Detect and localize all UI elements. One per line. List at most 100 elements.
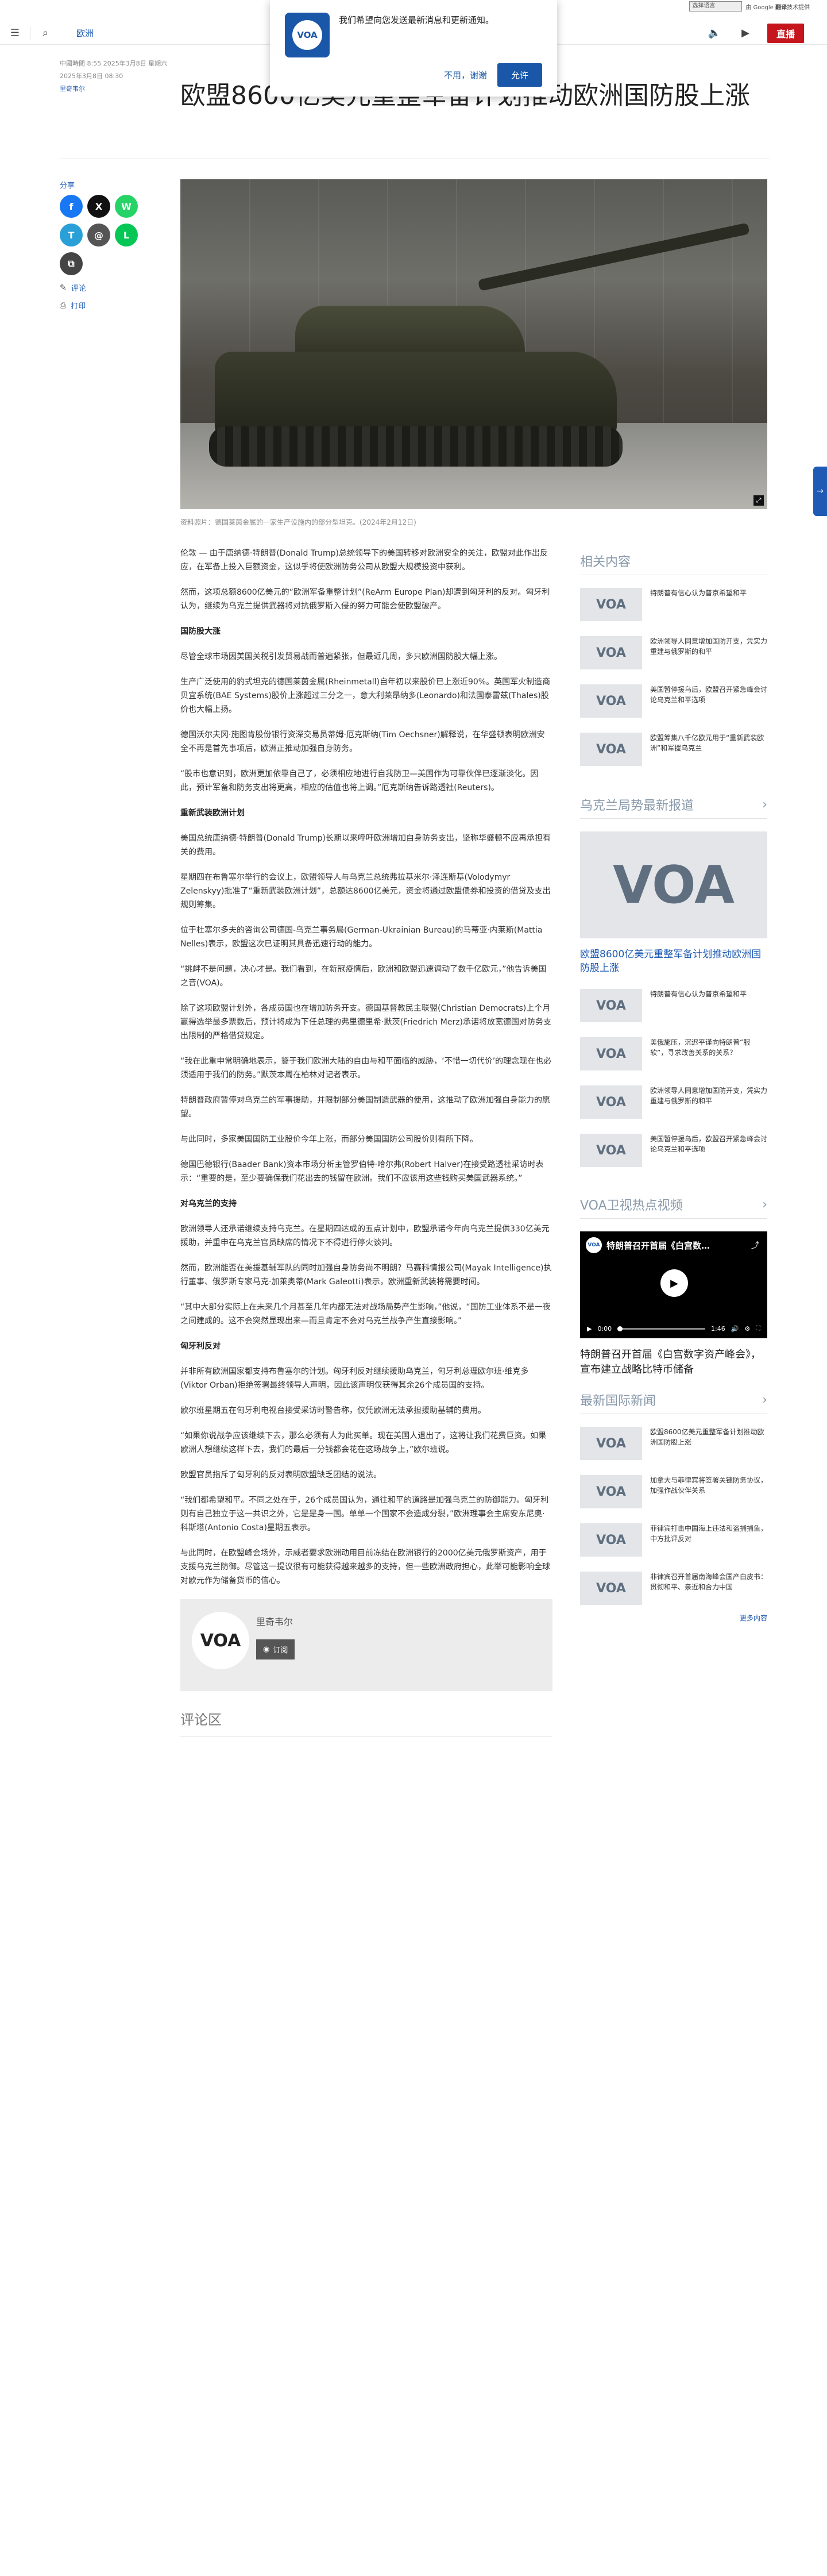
intl-heading[interactable]: 最新国际新闻 › xyxy=(580,1391,767,1414)
list-item[interactable]: VOA 美国暂停援乌后，欧盟召开紧急峰会讨论乌克兰和平选项 xyxy=(580,684,767,718)
body-paragraph: 位于杜塞尔多夫的咨询公司德国-乌克兰事务局(German-Ukrainian B… xyxy=(180,926,543,949)
play-small-icon[interactable]: ▶ xyxy=(587,1325,592,1333)
featured-headline[interactable]: 欧盟8600亿美元重整军备计划推动欧洲国防股上涨 xyxy=(580,948,767,975)
telegram-share-icon[interactable]: T xyxy=(60,224,83,247)
featured-thumb[interactable]: VOA xyxy=(580,831,767,938)
video-player[interactable]: VOA 特朗普召开首届《白宫数… ⤴ ▶ ▶ 0:00 1:46 🔊 ⚙ ⛶ xyxy=(580,1231,767,1338)
play-icon[interactable]: ▶ xyxy=(660,1269,688,1297)
list-item-title: 加拿大与菲律宾将签署关键防务协议，加强作战伙伴关系 xyxy=(650,1476,768,1495)
decline-button[interactable]: 不用，谢谢 xyxy=(444,69,487,81)
list-item-title: 欧盟8600亿美元重整军备计划推动欧洲国防股上涨 xyxy=(650,1428,764,1446)
rail-video: VOA卫视热点视频 › VOA 特朗普召开首届《白宫数… ⤴ ▶ ▶ 0:00 1… xyxy=(580,1195,767,1400)
video-controls: ▶ 0:00 1:46 🔊 ⚙ ⛶ xyxy=(580,1319,767,1338)
volume-icon[interactable]: 🔊 xyxy=(731,1325,739,1333)
body-paragraph: 特朗普政府暂停对乌克兰的军事援助，并限制部分美国制造武器的使用，这推动了欧洲加强… xyxy=(180,1096,550,1119)
share-icon[interactable]: ⤴ xyxy=(751,1239,759,1251)
rail-related: 相关内容 VOA 特朗普有信心认为普京希望和平 VOA 欧洲领导人同意增加国防开支，凭… xyxy=(580,552,767,781)
subscribe-button[interactable]: ◉ 订阅 xyxy=(256,1639,295,1659)
print-link[interactable]: ⎙ 打印 xyxy=(60,300,129,311)
voa-thumb-icon: VOA xyxy=(580,1475,642,1508)
voa-logo: VOA xyxy=(285,13,330,57)
body-paragraph: 德国巴德银行(Baader Bank)资本市场分析主管罗伯特·哈尔弗(Rober… xyxy=(180,1160,544,1183)
copy-link-icon[interactable]: ⧉ xyxy=(60,252,83,275)
more-link[interactable]: 更多内容 xyxy=(580,1613,767,1623)
section-heading: 国防股大涨 xyxy=(180,627,221,636)
voa-channel-icon: VOA xyxy=(586,1237,602,1253)
allow-button[interactable]: 允许 xyxy=(497,63,542,87)
list-item[interactable]: VOA 欧盟8600亿美元重整军备计划推动欧洲国防股上涨 xyxy=(580,1427,767,1460)
voa-thumb-icon: VOA xyxy=(580,1427,642,1460)
line-share-icon[interactable]: L xyxy=(115,224,138,247)
section-link-europe[interactable]: 欧洲 xyxy=(76,27,94,39)
list-item-title: 特朗普有信心认为普京希望和平 xyxy=(650,589,747,597)
fullscreen-icon[interactable]: ⛶ xyxy=(756,1324,760,1333)
email-share-icon[interactable]: @ xyxy=(87,224,110,247)
section-heading: 匈牙利反对 xyxy=(180,1342,221,1351)
time-total: 1:46 xyxy=(711,1324,725,1333)
list-item-title: 欧洲领导人同意增加国防开支，凭实力重建与俄罗斯的和平 xyxy=(650,637,768,656)
whatsapp-share-icon[interactable]: W xyxy=(115,195,138,218)
body-paragraph: “股市也意识到，欧洲更加依靠自己了，必须相应地进行自我防卫—美国作为可靠伙伴已逐… xyxy=(180,769,539,792)
body-paragraph: “其中大部分实际上在未来几个月甚至几年内都无法对战场局势产生影响，”他说，“国防… xyxy=(180,1303,551,1326)
body-paragraph: “我在此重申常明确地表示，鉴于我们欧洲大陆的自由与和平面临的威胁，‘不惜一切代价… xyxy=(180,1057,552,1080)
language-select[interactable]: 选择语言 xyxy=(689,1,743,11)
share-panel: 分享 f X W T @ L ⧉ ✎ 评论 ⎙ 打印 xyxy=(60,179,138,311)
dateline: 中國時間 8:55 2025年3月8日 星期六 xyxy=(60,60,168,67)
audio-icon[interactable]: 🔈 xyxy=(705,24,724,43)
voa-thumb-icon: VOA xyxy=(580,989,642,1022)
list-item[interactable]: VOA 美国暂停援乌后，欧盟召开紧急峰会讨论乌克兰和平选项 xyxy=(580,1134,767,1167)
comment-icon: ✎ xyxy=(60,283,67,292)
body-paragraph: 然而，欧洲能否在美援基辅军队的同时加强自身防务尚不明朗？马赛科情报公司(Maya… xyxy=(180,1264,552,1287)
live-button[interactable]: 直播 xyxy=(767,23,804,43)
author-name[interactable]: 里奇韦尔 xyxy=(256,1614,293,1628)
voa-thumb-icon: VOA xyxy=(580,684,642,718)
translate-powered-by: 由 Google 翻译技术提供 xyxy=(745,4,810,11)
body-paragraph: 与此同时，多家美国国防工业股价今年上涨，而部分美国国防公司股价则有所下降。 xyxy=(180,1135,478,1144)
voa-thumb-icon: VOA xyxy=(580,1523,642,1557)
settings-icon[interactable]: ⚙ xyxy=(744,1325,750,1333)
voa-thumb-icon: VOA xyxy=(580,733,642,766)
list-item[interactable]: VOA 特朗普有信心认为普京希望和平 xyxy=(580,989,767,1022)
chevron-right-icon: › xyxy=(762,1197,767,1212)
author-link[interactable]: 里奇韦尔 xyxy=(60,85,85,93)
x-share-icon[interactable]: X xyxy=(87,195,110,218)
print-icon: ⎙ xyxy=(60,301,67,310)
video-caption[interactable]: 特朗普召开首届《白宫数字资产峰会》，宣布建立战略比特币储备 xyxy=(580,1347,767,1377)
list-item[interactable]: VOA 菲律宾打击中国海上违法和盗捕捕鱼，中方批评反对 xyxy=(580,1523,767,1557)
body-paragraph: 欧洲领导人还承诺继续支持乌克兰。在星期四达成的五点计划中，欧盟承诺今年向乌克兰提… xyxy=(180,1225,550,1247)
side-tab-arrow-icon[interactable]: → xyxy=(813,467,827,516)
chevron-right-icon: › xyxy=(762,797,767,812)
menu-icon[interactable]: ☰ xyxy=(6,24,24,43)
time-current: 0:00 xyxy=(597,1324,612,1333)
avatar: VOA xyxy=(192,1612,249,1669)
body-paragraph: 德国沃尔夫冈·施图肯股份银行资深交易员蒂姆·厄克斯纳(Tim Oechsner)… xyxy=(180,730,545,753)
chevron-right-icon: › xyxy=(762,1392,767,1407)
body-paragraph: 并非所有欧洲国家都支持布鲁塞尔的计划。匈牙利反对继续援助乌克兰，匈牙利总理欧尔班… xyxy=(180,1367,529,1390)
publish-date: 2025年3月8日 08:30 xyxy=(60,72,123,80)
body-paragraph: 欧盟官员指斥了匈牙利的反对表明欧盟缺乏团结的说法。 xyxy=(180,1470,381,1480)
list-item[interactable]: VOA 欧洲领导人同意增加国防开支，凭实力重建与俄罗斯的和平 xyxy=(580,1085,767,1119)
comment-link[interactable]: ✎ 评论 xyxy=(60,282,129,294)
hero-image-tank[interactable]: ⤢ xyxy=(180,179,767,509)
list-item-title: 美俄施压，沉迟平谨向特朗普“服软”，寻求改善关系的关系？ xyxy=(650,1038,751,1057)
video-player-title: 特朗普召开首届《白宫数… xyxy=(606,1241,710,1251)
ukraine-heading[interactable]: 乌克兰局势最新报道 › xyxy=(580,795,767,819)
list-item[interactable]: VOA 非律宾召开首届南海峰会国产白皮书：贯彻和平、亲近和合力中国 xyxy=(580,1572,767,1605)
rail-ukraine: 乌克兰局势最新报道 › VOA 欧盟8600亿美元重整军备计划推动欧洲国防股上涨 … xyxy=(580,795,767,1182)
video-icon[interactable]: ▶ xyxy=(736,24,755,43)
progress-bar[interactable] xyxy=(617,1326,706,1331)
video-heading[interactable]: VOA卫视热点视频 › xyxy=(580,1195,767,1219)
facebook-share-icon[interactable]: f xyxy=(60,195,83,218)
list-item[interactable]: VOA 欧盟筹集八千亿欧元用于“重新武装欧洲”和军援乌克兰 xyxy=(580,733,767,766)
body-paragraph: 然而，这项总额8600亿美元的“欧洲军备重整计划”(ReArm Europe P… xyxy=(180,588,550,611)
voa-thumb-icon: VOA xyxy=(580,588,642,621)
list-item[interactable]: VOA 特朗普有信心认为普京希望和平 xyxy=(580,588,767,621)
body-paragraph: “我们都希望和平。不同之处在于，26个成员国认为，通往和平的道路是加强乌克兰的防… xyxy=(180,1496,549,1532)
section-heading: 对乌克兰的支持 xyxy=(180,1199,237,1208)
list-item[interactable]: VOA 欧洲领导人同意增加国防开支，凭实力重建与俄罗斯的和平 xyxy=(580,636,767,669)
search-icon[interactable]: ⌕ xyxy=(36,24,55,43)
list-item[interactable]: VOA 美俄施压，沉迟平谨向特朗普“服软”，寻求改善关系的关系？ xyxy=(580,1037,767,1071)
expand-icon[interactable]: ⤢ xyxy=(753,495,764,506)
author-box: VOA 里奇韦尔 ◉ 订阅 xyxy=(180,1599,552,1691)
list-item[interactable]: VOA 加拿大与菲律宾将签署关键防务协议，加强作战伙伴关系 xyxy=(580,1475,767,1508)
